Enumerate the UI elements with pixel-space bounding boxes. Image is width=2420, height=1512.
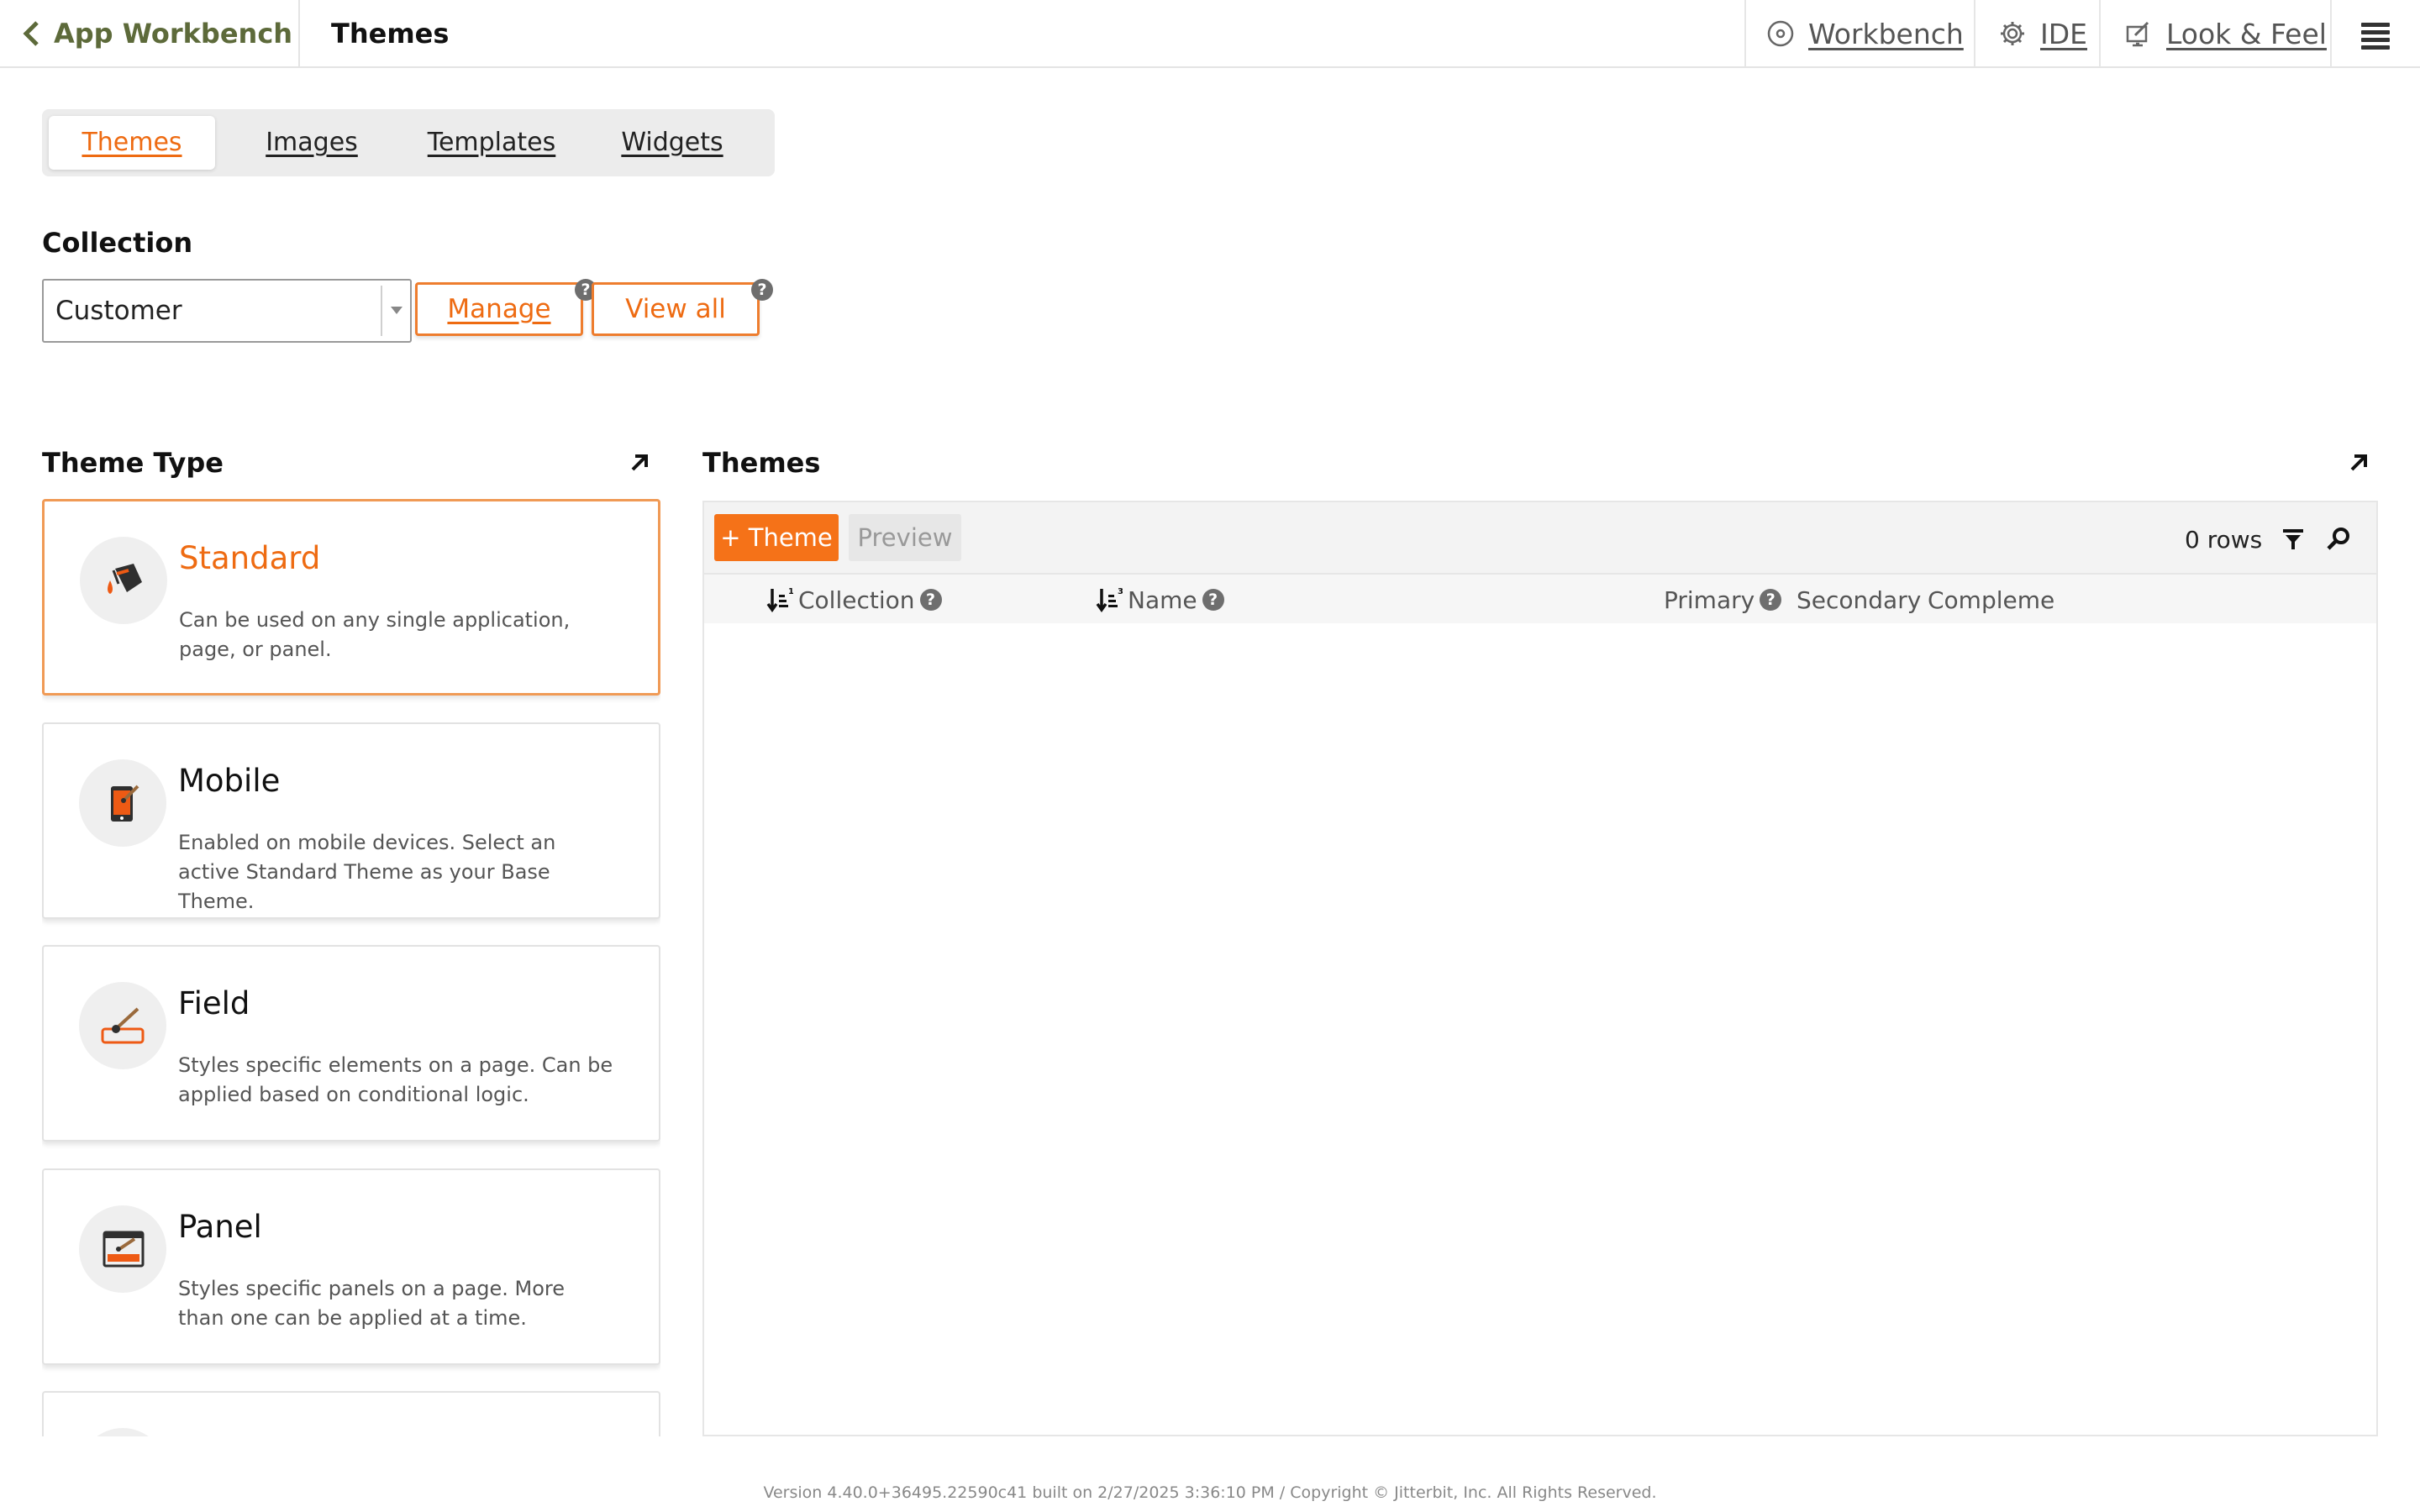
divider (298, 0, 300, 67)
collection-select-value: Customer (55, 296, 182, 326)
card-title: Panel (178, 1209, 262, 1245)
preview-button[interactable]: Preview (849, 514, 961, 561)
nav-ide[interactable]: IDE (1998, 0, 2087, 67)
asset-tabs: Themes Images Templates Widgets (42, 109, 775, 176)
hamburger-menu-icon[interactable] (2361, 23, 2390, 50)
panel-brush-icon (79, 1205, 166, 1293)
expand-icon[interactable] (2346, 450, 2371, 475)
theme-type-icon (79, 1428, 166, 1436)
footer-version: Version 4.40.0+36495.22590c41 built on 2… (763, 1483, 1657, 1502)
back-link-label: App Workbench (54, 18, 293, 50)
gear-icon (2001, 22, 2024, 45)
nav-ide-label: IDE (2040, 17, 2087, 50)
card-title: Field (178, 985, 250, 1021)
help-icon[interactable]: ? (919, 589, 942, 611)
tab-templates[interactable]: Templates (403, 116, 580, 170)
theme-type-list: Standard Can be used on any single appli… (42, 499, 660, 1436)
column-label: Collection (798, 585, 915, 614)
mobile-brush-icon (79, 759, 166, 847)
theme-type-card-panel[interactable]: Panel Styles specific panels on a page. … (42, 1168, 660, 1365)
nav-look-feel-label: Look & Feel (2166, 17, 2327, 50)
back-link[interactable]: App Workbench (22, 0, 292, 67)
theme-type-card-field[interactable]: Field Styles specific elements on a page… (42, 945, 660, 1142)
theme-type-title: Theme Type (42, 447, 224, 479)
row-count: 0 rows (2185, 526, 2263, 554)
expand-icon[interactable] (627, 450, 652, 475)
add-theme-button[interactable]: + Theme (714, 514, 839, 561)
tab-images[interactable]: Images (229, 116, 395, 170)
column-primary[interactable]: Primary ? (1664, 585, 1782, 615)
column-name[interactable]: 3 Name ? (1096, 585, 1224, 615)
top-bar: App Workbench Themes Workbench IDE Look … (0, 0, 2420, 68)
divider (2099, 0, 2101, 67)
tab-widgets[interactable]: Widgets (588, 116, 756, 170)
column-label: Primary (1664, 585, 1755, 614)
collection-select[interactable]: Customer (42, 279, 412, 343)
look-feel-icon (2126, 21, 2149, 47)
tab-themes[interactable]: Themes (49, 116, 215, 170)
column-complementary[interactable]: Compleme (1928, 585, 2054, 615)
nav-workbench-label: Workbench (1808, 17, 1964, 50)
column-secondary[interactable]: Secondary (1797, 585, 1921, 615)
manage-button[interactable]: Manage (415, 282, 583, 336)
nav-look-feel[interactable]: Look & Feel (2124, 0, 2327, 67)
card-description: Enabled on mobile devices. Select an act… (178, 831, 556, 913)
help-icon[interactable]: ? (1760, 589, 1782, 611)
search-icon[interactable] (2326, 526, 2351, 551)
chevron-down-icon (391, 307, 402, 314)
card-description: Styles specific elements on a page. Can … (178, 1053, 613, 1106)
column-label: Name (1128, 585, 1197, 614)
sort-descending-icon: 1 (766, 587, 793, 613)
help-icon[interactable]: ? (1202, 589, 1224, 611)
grid-toolbar: + Theme Preview 0 rows (704, 502, 2376, 575)
card-title: Mobile (178, 763, 281, 799)
theme-type-card-mobile[interactable]: Mobile Enabled on mobile devices. Select… (42, 722, 660, 919)
field-brush-icon (79, 982, 166, 1069)
theme-type-card-partial[interactable] (42, 1391, 660, 1436)
grid-header: 1 Collection ? 3 Name ? Primary ? Second… (704, 575, 2376, 623)
nav-workbench[interactable]: Workbench (1766, 0, 1964, 67)
card-description: Styles specific panels on a page. More t… (178, 1277, 565, 1330)
divider (1974, 0, 1975, 67)
view-all-button[interactable]: View all (592, 282, 760, 336)
theme-type-card-standard[interactable]: Standard Can be used on any single appli… (42, 499, 660, 696)
page-title: Themes (331, 18, 450, 50)
svg-text:1: 1 (788, 587, 793, 596)
filter-icon[interactable] (2281, 526, 2306, 551)
column-collection[interactable]: 1 Collection ? (766, 585, 942, 615)
svg-text:3: 3 (1118, 587, 1123, 596)
card-description: Can be used on any single application, p… (179, 608, 571, 661)
column-label: Compleme (1928, 585, 2055, 614)
help-icon[interactable]: ? (751, 279, 773, 301)
themes-title: Themes (702, 447, 821, 479)
paint-bucket-icon (80, 537, 167, 624)
workbench-icon (1767, 20, 1794, 47)
divider (2330, 0, 2332, 67)
themes-grid: + Theme Preview 0 rows 1 Collection ? 3 … (702, 501, 2378, 1436)
column-label: Secondary (1797, 585, 1922, 614)
divider (381, 286, 382, 336)
card-title: Standard (179, 540, 321, 576)
sort-descending-icon: 3 (1096, 587, 1123, 613)
collection-label: Collection (42, 227, 193, 259)
chevron-left-icon (23, 21, 39, 46)
divider (1744, 0, 1746, 67)
